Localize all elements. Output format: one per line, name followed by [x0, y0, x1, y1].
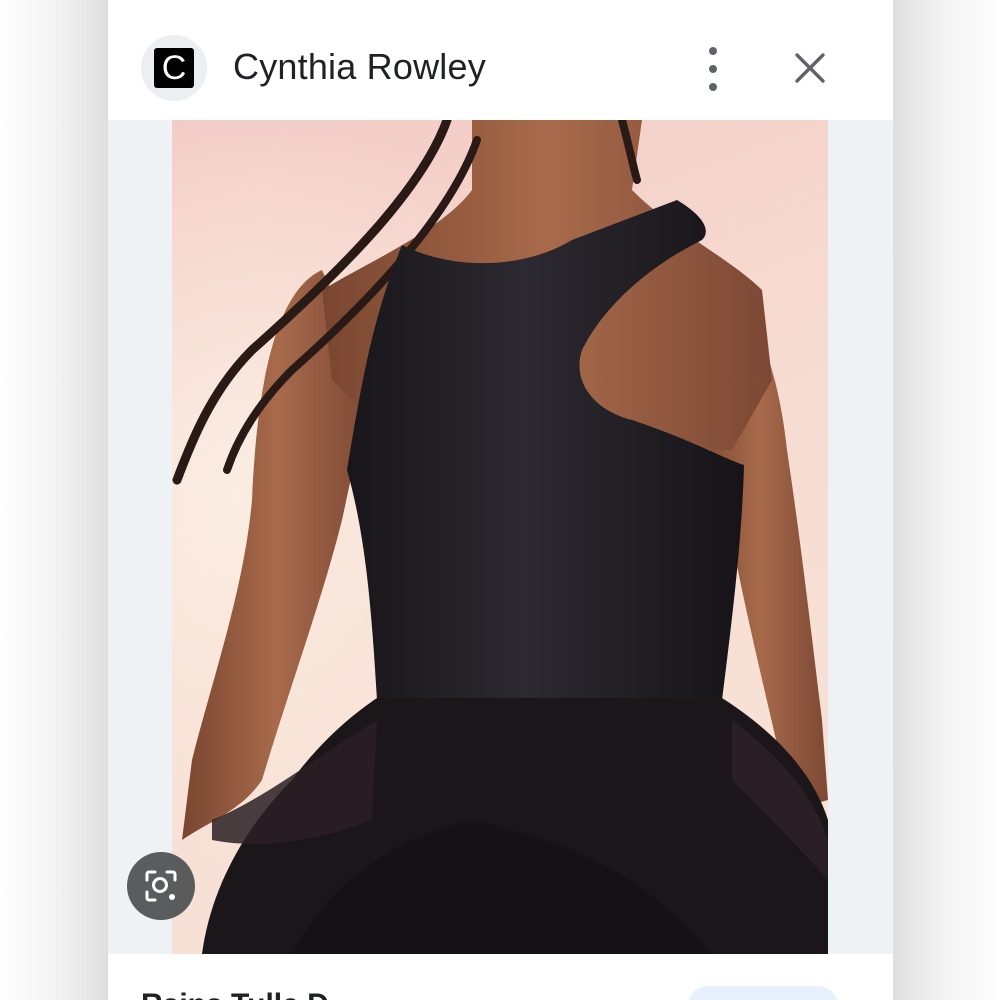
close-button[interactable] — [790, 48, 830, 88]
site-avatar[interactable]: C — [141, 35, 207, 101]
visit-button[interactable] — [688, 986, 838, 1000]
product-photo[interactable] — [172, 120, 828, 954]
viewer-header: C Cynthia Rowley — [108, 0, 893, 120]
more-options-button[interactable] — [693, 45, 733, 93]
site-name[interactable]: Cynthia Rowley — [233, 46, 486, 88]
result-title[interactable]: Rains Tulle D... — [141, 982, 354, 1000]
site-logo: C — [154, 48, 194, 88]
result-footer: Rains Tulle D... — [108, 954, 893, 1000]
close-icon — [795, 53, 825, 83]
right-page-edge — [892, 0, 1000, 1000]
google-lens-icon — [145, 870, 177, 902]
image-viewer-sheet: C Cynthia Rowley — [108, 0, 893, 1000]
image-frame — [108, 120, 893, 954]
left-page-edge — [0, 0, 108, 1000]
lens-search-button[interactable] — [127, 852, 195, 920]
